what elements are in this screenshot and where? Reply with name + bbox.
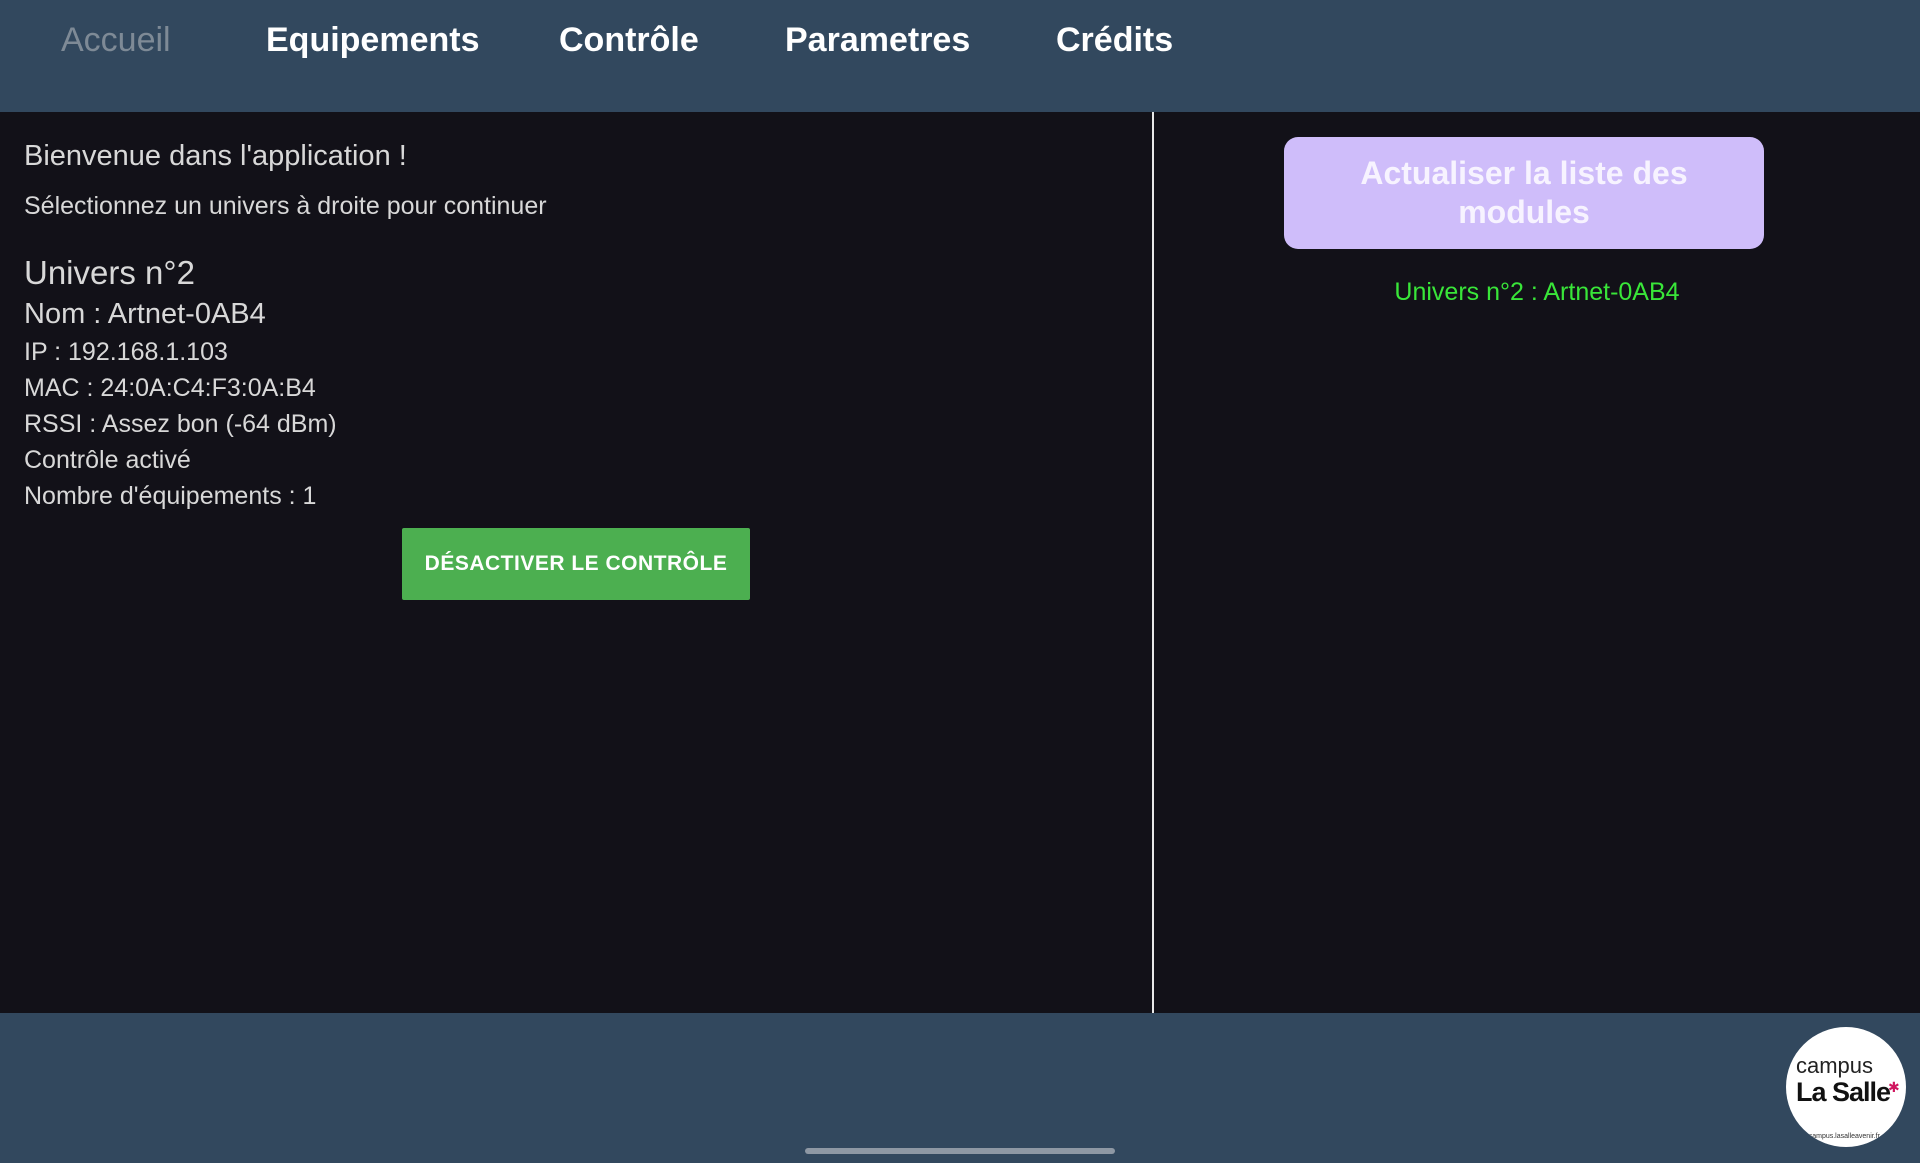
universe-ip: IP : 192.168.1.103: [24, 338, 228, 366]
home-indicator[interactable]: [805, 1148, 1115, 1154]
logo-text-la-salle: La Salle: [1796, 1077, 1891, 1107]
welcome-title: Bienvenue dans l'application !: [24, 140, 407, 172]
welcome-subtitle: Sélectionnez un univers à droite pour co…: [24, 192, 547, 220]
bottom-bar: campus La Salle ✱ www.campus.lasalleaven…: [0, 1013, 1920, 1163]
tab-controle[interactable]: Contrôle: [559, 16, 699, 64]
main-content: Bienvenue dans l'application ! Sélection…: [0, 112, 1920, 1013]
refresh-modules-button[interactable]: Actualiser la liste des modules: [1284, 137, 1764, 249]
tab-credits[interactable]: Crédits: [1056, 16, 1173, 64]
tab-parametres[interactable]: Parametres: [785, 16, 970, 64]
modules-panel: Actualiser la liste des modules Univers …: [1154, 112, 1920, 1013]
campus-la-salle-logo: campus La Salle ✱ www.campus.lasalleaven…: [1786, 1027, 1906, 1147]
module-list-item[interactable]: Univers n°2 : Artnet-0AB4: [1154, 278, 1920, 307]
logo-star-icon: ✱: [1888, 1079, 1900, 1095]
deactivate-control-button[interactable]: DÉSACTIVER LE CONTRÔLE: [402, 528, 750, 600]
universe-details-panel: Bienvenue dans l'application ! Sélection…: [0, 112, 1152, 1013]
universe-rssi: RSSI : Assez bon (-64 dBm): [24, 410, 337, 438]
top-navigation-bar: Accueil Equipements Contrôle Parametres …: [0, 0, 1920, 112]
tab-accueil[interactable]: Accueil: [61, 16, 171, 64]
universe-name: Nom : Artnet-0AB4: [24, 298, 266, 330]
app-window: Accueil Equipements Contrôle Parametres …: [0, 0, 1920, 1163]
universe-mac: MAC : 24:0A:C4:F3:0A:B4: [24, 374, 316, 402]
logo-text-campus: campus: [1796, 1053, 1874, 1078]
universe-equipment-count: Nombre d'équipements : 1: [24, 482, 317, 510]
universe-control-status: Contrôle activé: [24, 446, 191, 474]
tab-equipements[interactable]: Equipements: [266, 16, 479, 64]
logo-url: www.campus.lasalleavenir.fr: [1792, 1133, 1880, 1140]
universe-title: Univers n°2: [24, 254, 195, 291]
